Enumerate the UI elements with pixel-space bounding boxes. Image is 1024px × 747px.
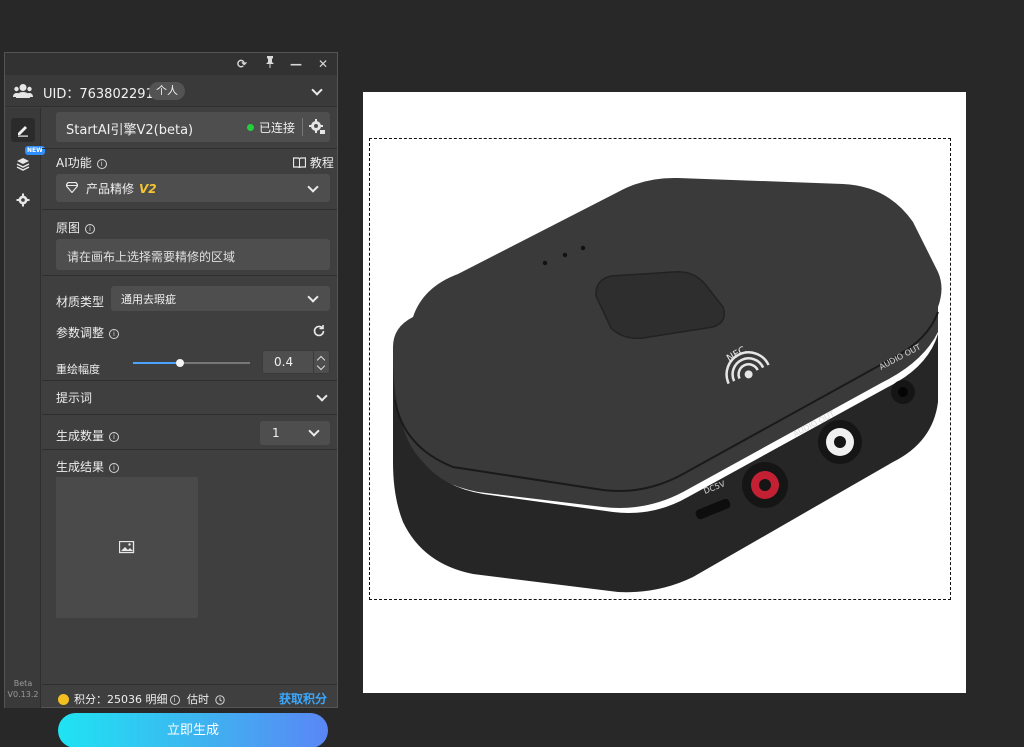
info-icon[interactable]: i [109, 328, 120, 339]
connection-status-text: 已连接 [259, 121, 296, 135]
sidebar-item-layers[interactable]: NEW [11, 146, 45, 176]
ai-function-select[interactable]: 产品精修 V2 [56, 174, 330, 202]
points-detail[interactable]: 明细 [146, 693, 168, 706]
version-label: Beta [13, 679, 33, 688]
engine-status-bar: StartAI引擎V2(beta) 已连接 [56, 112, 330, 142]
region-placeholder: 请在画布上选择需要精修的区域 [67, 250, 236, 264]
points-row: 积分：25036 明细 i 估时 [74, 691, 225, 707]
slider-fill [133, 362, 180, 364]
sidebar-item-settings[interactable] [11, 188, 35, 212]
get-points-link[interactable]: 获取积分 [279, 690, 327, 707]
results-label-row: 生成结果 i [56, 458, 120, 475]
tutorial-link[interactable]: 教程 [292, 154, 334, 171]
engine-name: StartAI引擎V2(beta) [66, 123, 194, 138]
account-row[interactable]: UID：763802291 个人 [5, 75, 337, 107]
divider [42, 684, 337, 685]
redraw-value: 0.4 [274, 355, 294, 369]
divider [302, 118, 303, 136]
count-label: 生成数量 [56, 429, 105, 443]
tutorial-label: 教程 [309, 156, 334, 170]
divider [42, 275, 337, 276]
account-type-badge: 个人 [149, 82, 185, 100]
value-stepper[interactable] [313, 351, 330, 373]
points-balance: 积分：25036 [74, 693, 142, 706]
divider [42, 414, 337, 415]
ai-function-label: AI功能 [56, 156, 92, 170]
time-estimate: 估时 [187, 693, 209, 706]
coin-icon [58, 694, 69, 705]
connection-status-dot [247, 124, 254, 131]
refresh-icon[interactable]: ⟳ [233, 55, 251, 73]
count-select[interactable]: 1 [260, 421, 330, 445]
product-image: NFC AUDIO OUT AUDIO OUT DC5V [393, 177, 942, 593]
chevron-down-icon[interactable] [307, 293, 319, 305]
layers-icon [16, 158, 30, 171]
info-icon[interactable]: i [109, 462, 120, 473]
panel-content: StartAI引擎V2(beta) 已连接 AI功能 i 教程 产品精修 V2 … [42, 108, 337, 747]
clock-icon[interactable] [214, 695, 225, 705]
sidebar-item-edit[interactable] [11, 118, 35, 142]
info-icon[interactable]: i [96, 158, 107, 169]
users-icon [13, 84, 33, 98]
redraw-slider[interactable] [133, 359, 250, 367]
close-icon[interactable]: ✕ [314, 55, 332, 73]
material-label: 材质类型 [56, 295, 105, 309]
divider [42, 148, 337, 149]
results-label: 生成结果 [56, 460, 105, 474]
params-label: 参数调整 [56, 326, 105, 340]
stepper-down-icon[interactable] [316, 361, 326, 371]
generate-button[interactable]: 立即生成 [58, 713, 328, 747]
info-icon[interactable]: i [109, 431, 120, 442]
uid-text: UID：763802291 [43, 87, 154, 102]
chevron-down-icon[interactable] [311, 86, 323, 98]
count-label-row: 生成数量 i [56, 427, 120, 444]
ai-function-selected: 产品精修 V2 [86, 180, 157, 197]
slider-handle[interactable] [175, 359, 184, 367]
panel-titlebar: ⟳ — ✕ [5, 53, 337, 75]
image-placeholder-icon [119, 541, 135, 554]
book-icon [292, 157, 307, 169]
info-icon[interactable]: i [169, 695, 180, 705]
material-select[interactable]: 通用去瑕疵 [111, 286, 330, 311]
pencil-icon [18, 126, 28, 137]
plugin-panel: ⟳ — ✕ UID：763802291 个人 NEW Beta V0.13.2 … [4, 52, 338, 747]
version-tag: V2 [139, 182, 157, 196]
minimize-icon[interactable]: — [287, 55, 305, 73]
chevron-down-icon[interactable] [307, 183, 319, 195]
version-number: V0.13.2 [7, 690, 39, 699]
chevron-down-icon[interactable] [308, 427, 320, 439]
pin-icon[interactable] [261, 55, 279, 73]
gem-icon [66, 182, 78, 193]
tool-sidebar: NEW Beta V0.13.2 [5, 108, 45, 708]
info-icon[interactable]: i [85, 223, 96, 234]
result-thumbnail[interactable] [56, 477, 198, 618]
ai-function-label-row: AI功能 i [56, 154, 107, 171]
prompt-label: 提示词 [56, 391, 93, 405]
divider [42, 380, 337, 381]
redraw-label: 重绘幅度 [56, 363, 100, 376]
document-canvas[interactable]: NFC AUDIO OUT AUDIO OUT DC5V [363, 92, 966, 693]
params-label-row: 参数调整 i [56, 324, 120, 341]
ai-function-selected-text: 产品精修 [86, 182, 135, 196]
version-info: Beta V0.13.2 [5, 678, 41, 700]
region-selection-field[interactable]: 请在画布上选择需要精修的区域 [56, 239, 330, 270]
gear-icon [16, 193, 30, 207]
divider [42, 449, 337, 450]
engine-settings-icon[interactable] [308, 118, 326, 136]
count-selected: 1 [272, 426, 280, 440]
divider [42, 209, 337, 210]
redraw-value-input[interactable]: 0.4 [262, 350, 330, 374]
reset-icon[interactable] [312, 324, 326, 338]
material-selected: 通用去瑕疵 [121, 293, 176, 306]
original-label: 原图 [56, 221, 81, 235]
chevron-down-icon[interactable] [316, 392, 328, 404]
original-label-row: 原图 i [56, 219, 96, 236]
